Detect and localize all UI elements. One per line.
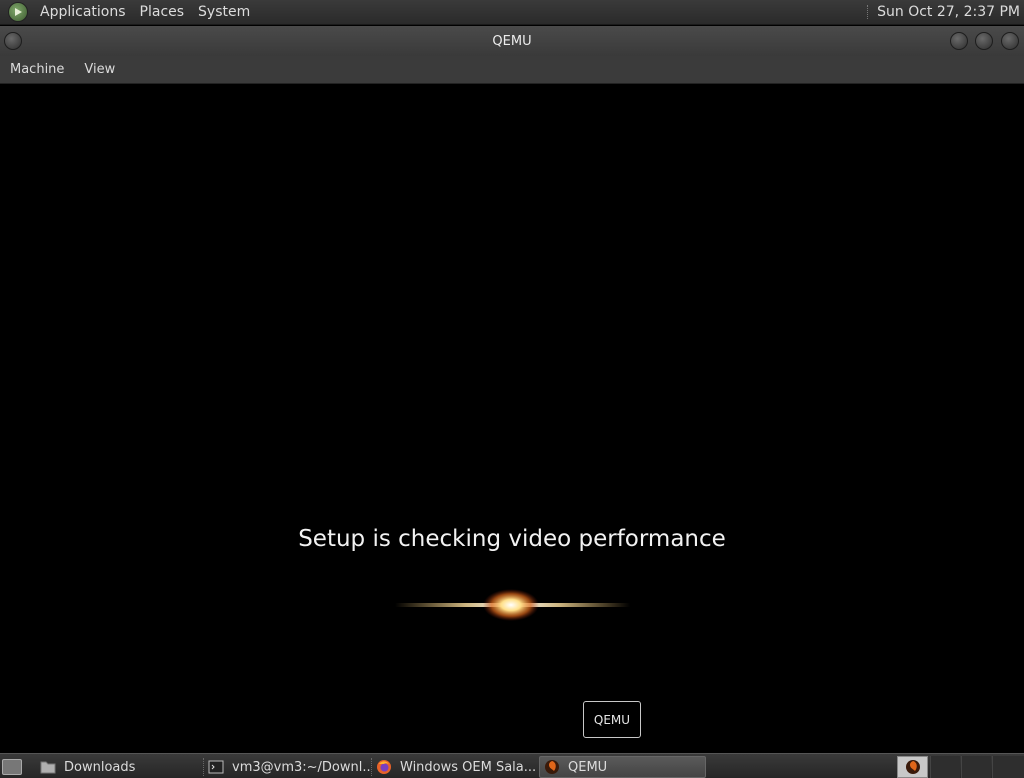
panel-separator — [867, 5, 869, 19]
close-button[interactable] — [1001, 32, 1019, 50]
view-menu[interactable]: View — [74, 62, 125, 77]
taskbar-item-firefox[interactable]: Windows OEM Sala... — [372, 756, 536, 778]
workspace-3[interactable] — [992, 756, 1024, 778]
terminal-icon — [208, 760, 224, 774]
taskbar-item-label: vm3@vm3:~/Downl... — [232, 759, 370, 775]
system-menu[interactable]: System — [191, 4, 257, 20]
machine-menu[interactable]: Machine — [0, 62, 74, 77]
top-panel: Applications Places System Sun Oct 27, 2… — [0, 0, 1024, 25]
maximize-button[interactable] — [975, 32, 993, 50]
clock[interactable]: Sun Oct 27, 2:37 PM — [877, 4, 1020, 20]
minimize-button[interactable] — [950, 32, 968, 50]
workspace-1[interactable] — [930, 756, 960, 778]
vm-display[interactable]: Setup is checking video performance QEMU — [0, 84, 1024, 753]
taskbar-item-label: QEMU — [568, 759, 608, 775]
folder-icon — [40, 761, 56, 774]
taskbar-item-label: Windows OEM Sala... — [400, 759, 536, 775]
gnome-menu-icon[interactable] — [8, 2, 28, 22]
taskbar: Downloads vm3@vm3:~/Downl... Windows OEM… — [0, 753, 1024, 778]
qemu-tooltip: QEMU — [583, 701, 641, 738]
taskbar-item-qemu[interactable]: QEMU — [539, 756, 706, 778]
taskbar-item-downloads[interactable]: Downloads — [36, 756, 201, 778]
places-menu[interactable]: Places — [133, 4, 192, 20]
applications-menu[interactable]: Applications — [33, 4, 133, 20]
window-titlebar[interactable]: QEMU — [0, 26, 1024, 56]
taskbar-item-terminal[interactable]: vm3@vm3:~/Downl... — [204, 756, 370, 778]
window-title: QEMU — [492, 33, 532, 49]
window-menubar: Machine View — [0, 56, 1024, 84]
taskbar-item-label: Downloads — [64, 759, 136, 775]
window-menu-button[interactable] — [4, 32, 22, 50]
qemu-icon — [545, 760, 559, 774]
workspace-2[interactable] — [961, 756, 991, 778]
tray-qemu-icon[interactable] — [897, 756, 928, 778]
qemu-tray-icon — [905, 760, 920, 774]
firefox-icon — [377, 760, 391, 774]
show-desktop-icon[interactable] — [2, 759, 22, 775]
loading-glow-animation — [395, 589, 630, 621]
setup-status-text: Setup is checking video performance — [298, 526, 726, 552]
